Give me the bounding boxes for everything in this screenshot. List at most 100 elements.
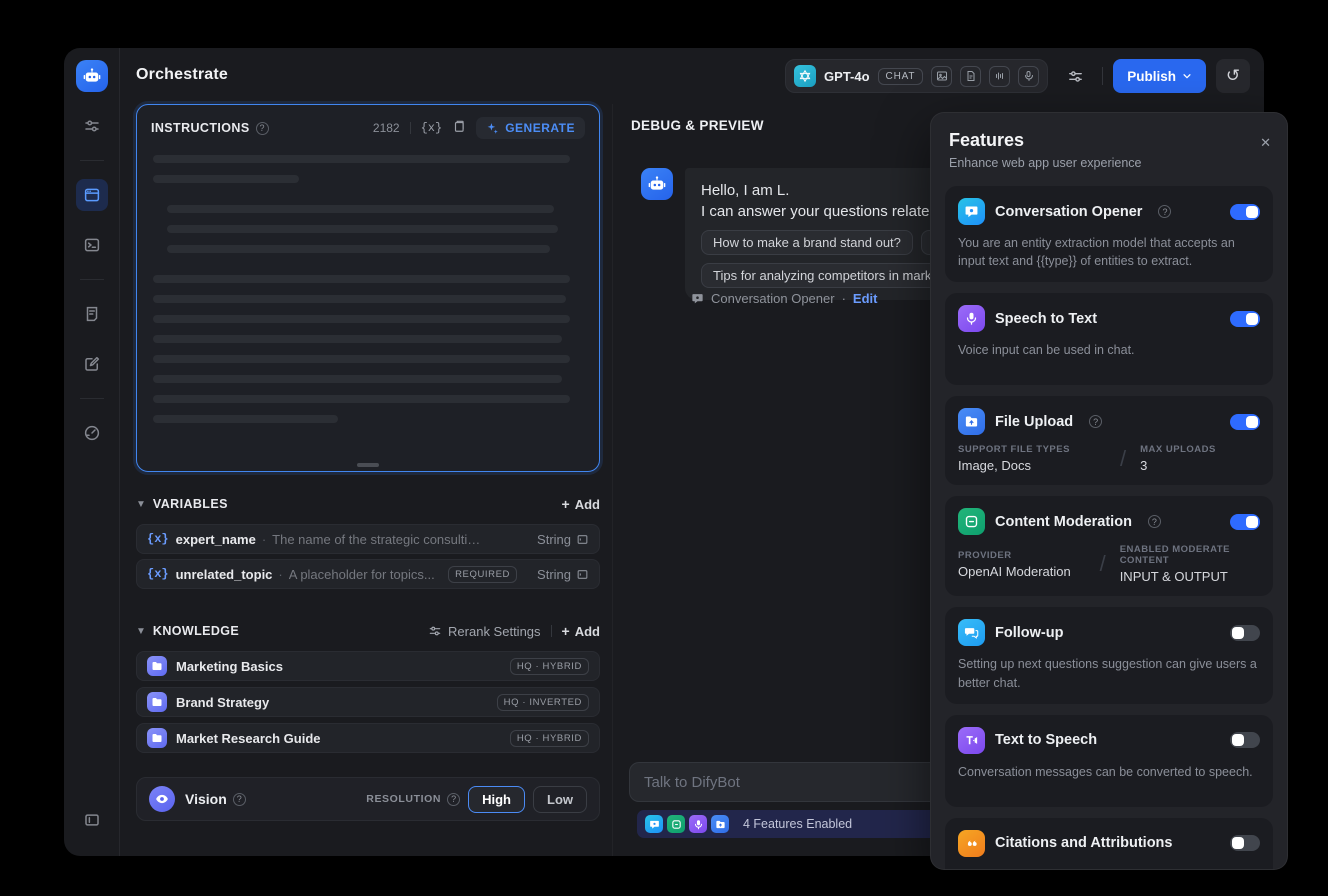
add-variable-button[interactable]: + Add [562,496,600,512]
file-upload-icon [711,815,729,833]
history-icon[interactable]: ↺ [1216,59,1250,93]
file-upload-toggle[interactable] [1230,413,1260,430]
char-count: 2182 [372,121,400,135]
model-selector[interactable]: GPT-4o CHAT [785,59,1049,93]
field-label: PROVIDER [958,549,1012,561]
citations-icon [958,829,985,857]
chevron-down-icon[interactable]: ▼ [136,626,146,637]
left-rail [64,48,120,856]
opener-caption: Conversation Opener · Edit [691,291,877,306]
features-panel: Features Enhance web app user experience… [930,112,1288,870]
retrieval-badge: HQ · HYBRID [509,729,589,747]
instructions-title: INSTRUCTIONS [151,121,250,135]
rerank-settings-button[interactable]: Rerank Settings [428,624,541,639]
variable-type: String [537,567,589,582]
window-icon[interactable] [75,179,108,211]
model-name: GPT-4o [824,68,870,84]
instructions-panel[interactable]: INSTRUCTIONS ? 2182 {x} GENERATE [136,104,600,472]
slash-divider: / [1099,551,1106,577]
dot-separator: · [841,291,846,306]
feature-description: Show source document and attributed sect… [958,866,1260,869]
debug-title: DEBUG & PREVIEW [631,118,764,133]
content-moderation-toggle[interactable] [1230,513,1260,530]
rail-divider [79,398,104,399]
resolution-label: RESOLUTION [366,793,442,805]
feature-card-content-moderation: Content Moderation ? PROVIDER OpenAI Mod… [945,496,1273,597]
collapse-sidebar-icon[interactable] [76,804,108,836]
knowledge-row[interactable]: Marketing Basics HQ · HYBRID [136,651,600,681]
close-icon[interactable]: ✕ [1260,135,1271,151]
log-icon[interactable] [76,298,108,330]
audio-capability-icon [989,65,1011,87]
resolution-low-button[interactable]: Low [533,785,587,813]
monitor-gauge-icon[interactable] [76,417,108,449]
knowledge-title: KNOWLEDGE [152,624,240,638]
feature-title: Text to Speech [995,732,1098,749]
terminal-icon[interactable] [76,229,108,261]
vision-card: Vision ? RESOLUTION ? High Low [136,777,600,821]
help-icon[interactable]: ? [255,121,269,135]
resize-handle[interactable] [357,463,379,467]
text-to-speech-toggle[interactable] [1230,732,1260,749]
knowledge-name: Market Research Guide [176,730,321,746]
insert-variable-icon[interactable]: {x} [421,121,443,135]
feature-title: File Upload [995,413,1074,430]
follow-up-toggle[interactable] [1230,624,1260,641]
feature-title: Citations and Attributions [995,835,1173,852]
generate-button[interactable]: GENERATE [476,117,585,139]
edit-opener-link[interactable]: Edit [853,291,878,306]
annotation-icon[interactable] [76,348,108,380]
knowledge-row[interactable]: Market Research Guide HQ · HYBRID [136,723,600,753]
speech-to-text-icon [958,305,985,333]
knowledge-folder-icon [147,656,167,676]
feature-title: Conversation Opener [995,203,1143,220]
feature-card-text-to-speech: Text to Speech Conversation messages can… [945,714,1273,807]
plus-icon: + [561,496,570,512]
model-mode-badge: CHAT [877,67,924,85]
variable-row[interactable]: {x} unrelated_topic · A placeholder for … [136,559,600,589]
help-icon[interactable]: ? [1147,515,1161,529]
add-knowledge-button[interactable]: + Add [562,623,600,639]
variable-token-icon: {x} [147,532,169,546]
chevron-down-icon[interactable]: ▼ [136,499,146,510]
knowledge-row[interactable]: Brand Strategy HQ · INVERTED [136,687,600,717]
help-icon[interactable]: ? [232,792,246,806]
header-divider [1102,67,1104,85]
config-column: INSTRUCTIONS ? 2182 {x} GENERATE ▼ VARIA… [136,104,600,821]
help-icon[interactable]: ? [1089,415,1103,429]
feature-card-follow-up: Follow-up Setting up next questions sugg… [945,607,1273,704]
suggestion-chip[interactable]: Tips for analyzing competitors in market [701,263,955,288]
field-label: MAX UPLOADS [1140,444,1216,456]
app-robot-icon[interactable] [75,60,108,92]
features-panel-title: Features [949,130,1025,150]
help-icon[interactable]: ? [447,792,461,806]
variable-name: expert_name [175,531,256,547]
model-settings-icon[interactable] [1058,59,1092,93]
divider [550,625,552,637]
variable-name: unrelated_topic [175,566,273,582]
field-value: INPUT & OUTPUT [1119,569,1228,585]
variable-row[interactable]: {x} expert_name · The name of the strate… [136,524,600,554]
conversation-opener-toggle[interactable] [1230,203,1260,220]
citations-toggle[interactable] [1230,835,1260,852]
help-icon[interactable]: ? [1158,205,1172,218]
required-badge: REQUIRED [448,565,518,583]
openai-icon [794,65,817,87]
field-value: OpenAI Moderation [958,563,1071,579]
sliders-icon[interactable] [76,110,108,142]
publish-button[interactable]: Publish [1113,59,1206,93]
slash-divider: / [1120,445,1127,471]
follow-up-icon [958,619,985,647]
feature-card-conversation-opener: Conversation Opener ? You are an entity … [945,186,1273,283]
rail-divider [79,279,104,280]
knowledge-header: ▼ KNOWLEDGE Rerank Settings + Add [136,619,600,643]
resolution-high-button[interactable]: High [468,785,525,813]
feature-title: Speech to Text [995,310,1098,327]
variable-description: The name of the strategic consulting... [272,531,483,547]
feature-card-speech-to-text: Speech to Text Voice input can be used i… [945,293,1273,386]
speech-to-text-toggle[interactable] [1230,310,1260,327]
conversation-opener-icon [958,198,985,225]
copy-icon[interactable] [452,119,466,138]
suggestion-chip[interactable]: How to make a brand stand out? [701,230,913,255]
feature-card-citations: Citations and Attributions Show source d… [945,817,1273,869]
